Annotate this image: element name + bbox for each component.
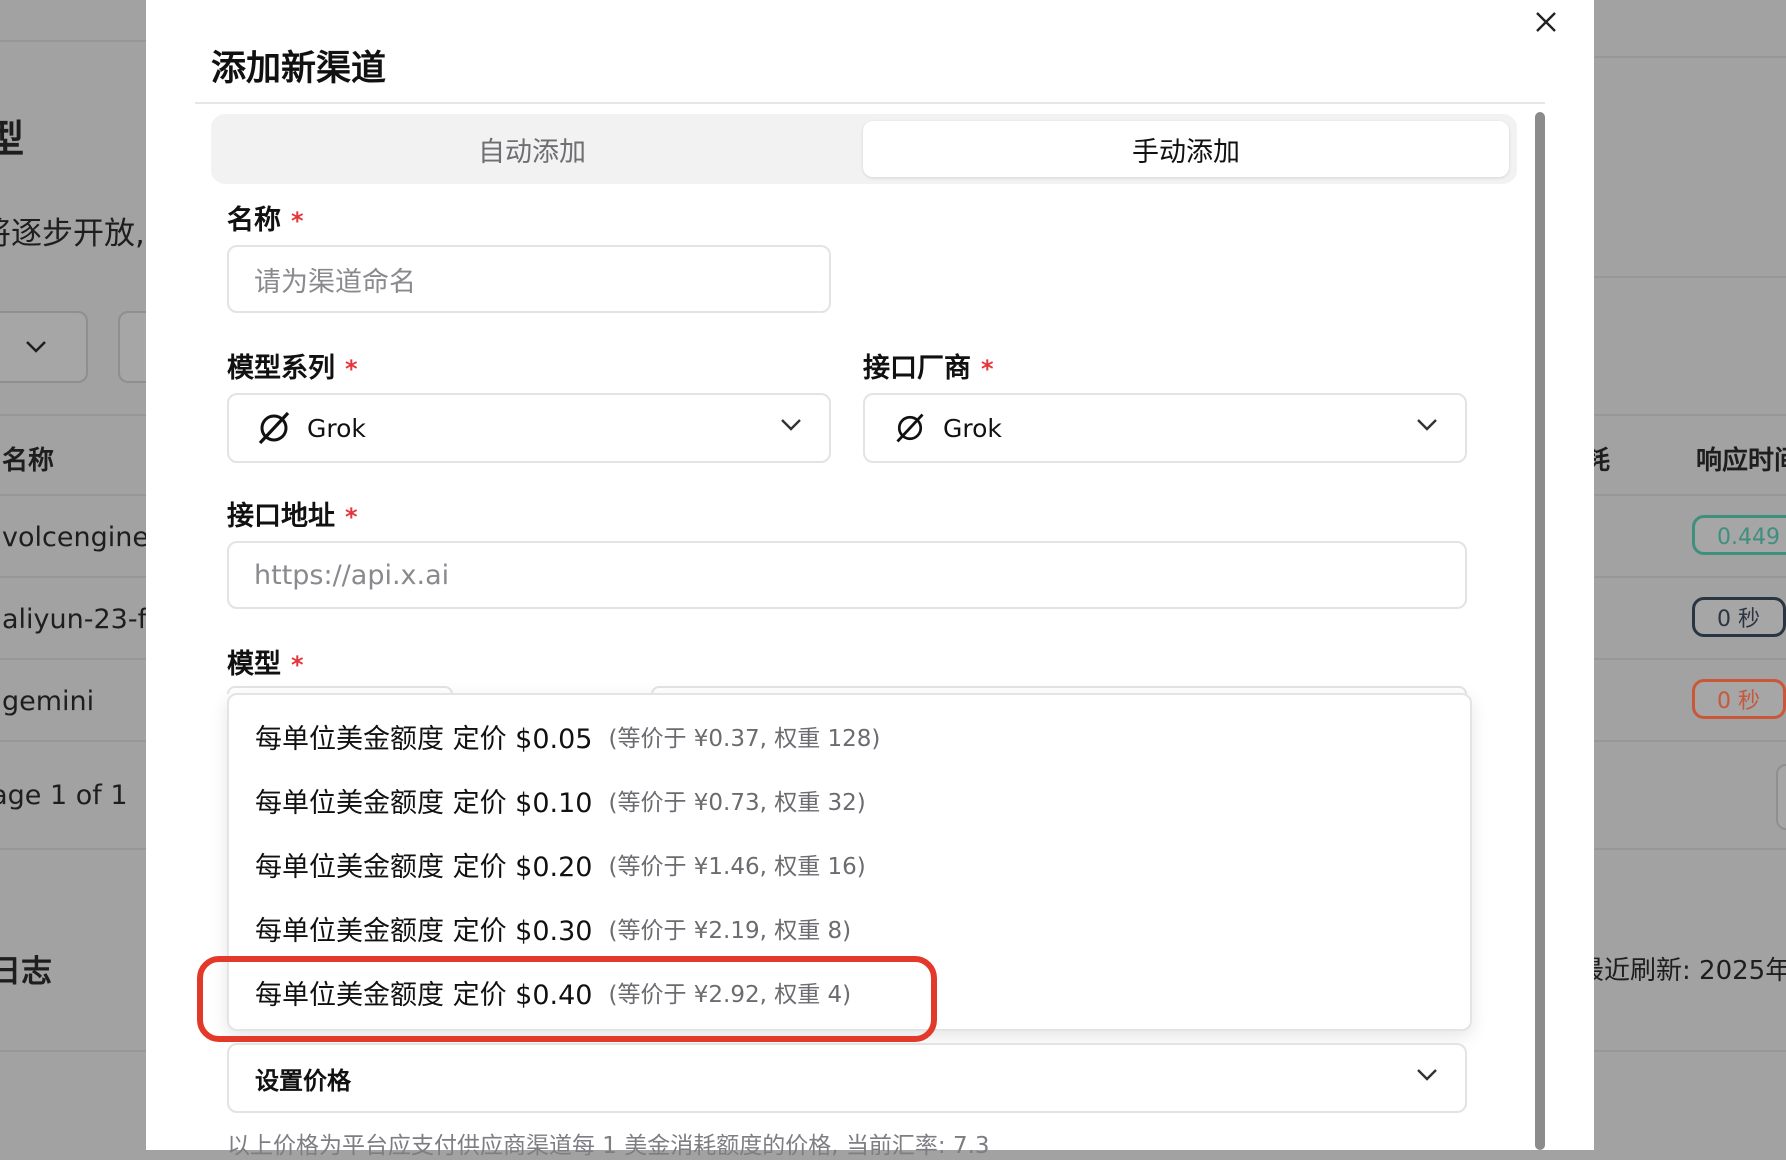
chevron-down-icon [1417,419,1437,431]
required-mark: * [981,355,994,383]
bg-divider [0,1050,146,1052]
bg-divider [0,658,146,660]
price-option-0.05[interactable]: 每单位美金额度 定价 $0.05 (等价于 ¥0.37, 权重 128) [255,708,880,764]
bg-divider [1594,414,1786,416]
vendor-select[interactable]: Grok [863,393,1467,463]
name-label: 名称 * [227,205,304,236]
required-mark: * [345,355,358,383]
bg-divider [1594,576,1786,578]
price-option-0.40[interactable]: 每单位美金额度 定价 $0.40 (等价于 ¥2.92, 权重 4) [255,964,851,1020]
table-row: volcengine- [2,522,159,553]
bg-col-name: 名称 [2,446,55,476]
bg-divider [1594,56,1786,58]
price-option-0.30[interactable]: 每单位美金额度 定价 $0.30 (等价于 ¥2.19, 权重 8) [255,900,851,956]
bg-divider [1594,494,1786,496]
tab-manual-add[interactable]: 手动添加 [863,121,1509,177]
chevron-down-icon [781,419,801,431]
grok-icon [255,409,293,447]
modal-divider [195,102,1545,104]
model-label: 模型 * [227,649,304,680]
required-mark: * [345,503,358,531]
price-option-0.10[interactable]: 每单位美金额度 定价 $0.10 (等价于 ¥0.73, 权重 32) [255,772,866,828]
bg-heading: 型 [0,117,25,161]
chevron-down-icon [1417,1069,1437,1081]
price-select[interactable]: 设置价格 [227,1043,1467,1113]
bg-divider [1594,848,1786,850]
tab-auto-add[interactable]: 自动添加 [217,121,847,177]
bg-col-response: 响应时间 [1696,446,1786,476]
price-note: 以上价格为平台应支付供应商渠道每 1 美金消耗额度的价格, 当前汇率: 7.3 [227,1133,990,1159]
grok-icon [891,409,929,447]
bg-subtitle: 将逐步开放, [0,216,145,252]
vendor-label: 接口厂商 * [863,353,994,384]
bg-divider [0,414,146,416]
bg-divider [0,494,146,496]
add-mode-tabs: 自动添加 手动添加 [211,114,1517,184]
bg-divider [1594,740,1786,742]
status-badge: 0.449 [1692,515,1786,555]
model-series-label: 模型系列 * [227,353,358,384]
name-placeholder: 请为渠道命名 [254,266,416,298]
bg-pagination: Page 1 of 1 [0,780,128,811]
bg-divider [0,40,146,42]
bg-divider [0,848,146,850]
bg-divider [1594,276,1786,278]
table-row: aliyun-23-f [2,604,148,635]
vendor-value: Grok [943,413,1002,443]
required-mark: * [291,207,304,235]
bg-filter-select [0,311,88,383]
status-badge: 0 秒 [1692,597,1786,637]
channel-name-input[interactable]: 请为渠道命名 [227,245,831,313]
required-mark: * [291,651,304,679]
status-badge: 0 秒 [1692,679,1786,719]
chevron-down-icon [26,341,46,353]
model-series-value: Grok [307,413,366,443]
price-dropdown-menu: 每单位美金额度 定价 $0.05 (等价于 ¥0.37, 权重 128) 每单位… [227,693,1472,1031]
close-icon [1536,12,1556,32]
endpoint-placeholder: https://api.x.ai [254,559,450,591]
bg-divider [0,740,146,742]
endpoint-input[interactable]: https://api.x.ai [227,541,1467,609]
price-option-0.20[interactable]: 每单位美金额度 定价 $0.20 (等价于 ¥1.46, 权重 16) [255,836,866,892]
bg-divider [1594,658,1786,660]
bg-page-button [1776,764,1786,830]
table-row: gemini [2,686,95,717]
bg-divider [1594,1050,1786,1052]
bg-refresh-text: 最近刷新: 2025年 [1578,956,1786,986]
modal-title: 添加新渠道 [211,49,387,89]
close-button[interactable] [1524,2,1568,42]
bg-divider [0,576,146,578]
model-series-select[interactable]: Grok [227,393,831,463]
endpoint-label: 接口地址 * [227,501,358,532]
scrollbar[interactable] [1535,112,1545,1150]
bg-logs-heading: 日志 [0,954,52,990]
price-select-label: 设置价格 [255,1066,351,1095]
